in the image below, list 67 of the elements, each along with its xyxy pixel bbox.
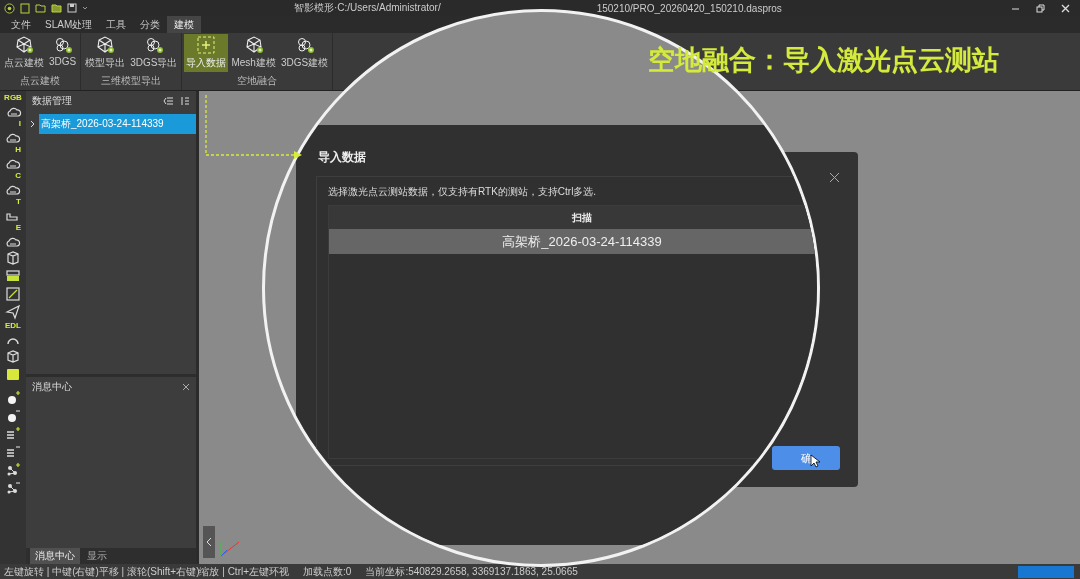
ribbon-button[interactable]: 3DGS导出 — [128, 34, 180, 72]
folder-icon[interactable] — [51, 3, 62, 13]
tool-label: EDL — [5, 322, 21, 330]
menu-tab[interactable]: 文件 — [4, 16, 38, 33]
dropdown-caret-icon[interactable] — [82, 5, 88, 11]
panel-tab[interactable]: 消息中心 — [30, 548, 80, 564]
close-icon[interactable] — [829, 172, 840, 183]
tool-label: I — [18, 120, 21, 128]
layers-tool-icon[interactable] — [5, 268, 21, 284]
close-icon[interactable] — [182, 383, 190, 391]
panel-tab[interactable]: 显示 — [82, 548, 112, 564]
group-label: 点云建模 — [20, 74, 61, 88]
mouse-cursor-icon — [810, 454, 820, 468]
plane-tool-icon[interactable] — [5, 304, 21, 320]
menu-tab[interactable]: SLAM处理 — [38, 16, 100, 33]
menu-tab[interactable]: 分类 — [133, 16, 168, 33]
status-indicator — [1018, 565, 1074, 578]
slash-tool-icon[interactable] — [5, 286, 21, 302]
collapse-handle[interactable] — [203, 526, 215, 558]
box-tool-icon[interactable] — [5, 250, 21, 266]
sort-icon[interactable] — [180, 96, 190, 106]
folder-icon[interactable] — [35, 3, 46, 13]
tool-label: E — [15, 224, 21, 232]
tool-label: RGB — [4, 94, 22, 102]
block-tool-icon[interactable] — [5, 366, 21, 382]
group-label: 三维模型导出 — [101, 74, 162, 88]
ribbon-button[interactable]: 模型导出 — [83, 34, 128, 72]
polyhedron-plus-icon — [95, 36, 116, 54]
ribbon-button[interactable]: 点云建模 — [2, 34, 46, 72]
column-header: 扫描 — [572, 210, 592, 225]
tool-label: C — [15, 172, 21, 180]
list-tool-icon[interactable] — [5, 426, 21, 442]
mouse-hint: 左键旋转 | 中键(右键)平移 | 滚轮(Shift+右键)缩放 | Ctrl+左键环视 — [4, 564, 290, 579]
window-title: 智影模形·C:/Users/Administrator/ — [294, 1, 441, 15]
polyhedron-plus-icon — [243, 36, 264, 54]
ribbon-button[interactable]: 3DGS建模 — [278, 34, 331, 72]
expand-chevron-icon[interactable] — [29, 120, 37, 128]
save-icon[interactable] — [67, 3, 77, 13]
panel-title: 数据管理 — [32, 94, 72, 108]
menu-tab[interactable]: 工具 — [99, 16, 134, 33]
net-tool-icon[interactable] — [5, 462, 21, 478]
group-label: 空地融合 — [237, 74, 278, 88]
dashed-square-plus-icon — [196, 36, 217, 54]
net-tool-icon[interactable] — [5, 480, 21, 496]
list-tool-icon[interactable] — [5, 444, 21, 460]
tree-options-icon[interactable] — [163, 96, 174, 106]
dialog-title: 导入数据 — [318, 149, 367, 166]
table-row[interactable]: 高架桥_2026-03-24-114339 — [329, 229, 817, 254]
video-caption: 空地融合：导入激光点云测站 — [648, 44, 999, 77]
panel-title: 消息中心 — [32, 380, 72, 394]
menu-tab[interactable]: 建模 — [167, 16, 202, 33]
new-file-icon[interactable] — [20, 2, 30, 14]
window-title: 150210/PRO_20260420_150210.daspros — [596, 2, 782, 14]
ribbon-button[interactable]: Mesh建模 — [229, 34, 278, 72]
polyhedron-plus-icon — [14, 36, 34, 54]
instruction-text: 选择激光点云测站数据，仅支持有RTK的测站，支持Ctrl多选. — [328, 185, 598, 199]
ribbon-button[interactable]: 导入数据 — [184, 34, 229, 72]
dot-tool-icon[interactable] — [5, 408, 21, 424]
cube-tool-icon[interactable] — [5, 348, 21, 364]
ribbon-button[interactable]: 3DGS — [47, 34, 79, 72]
coordinates: 当前坐标:540829.2658, 3369137.1863, 25.0665 — [365, 564, 578, 579]
tool-label: H — [15, 146, 21, 154]
point-count: 加载点数:0 — [303, 564, 352, 579]
tool-label: T — [16, 198, 21, 206]
chevron-left-icon — [206, 537, 212, 547]
dot-tool-icon[interactable] — [5, 390, 21, 406]
restore-icon[interactable] — [1036, 3, 1045, 13]
